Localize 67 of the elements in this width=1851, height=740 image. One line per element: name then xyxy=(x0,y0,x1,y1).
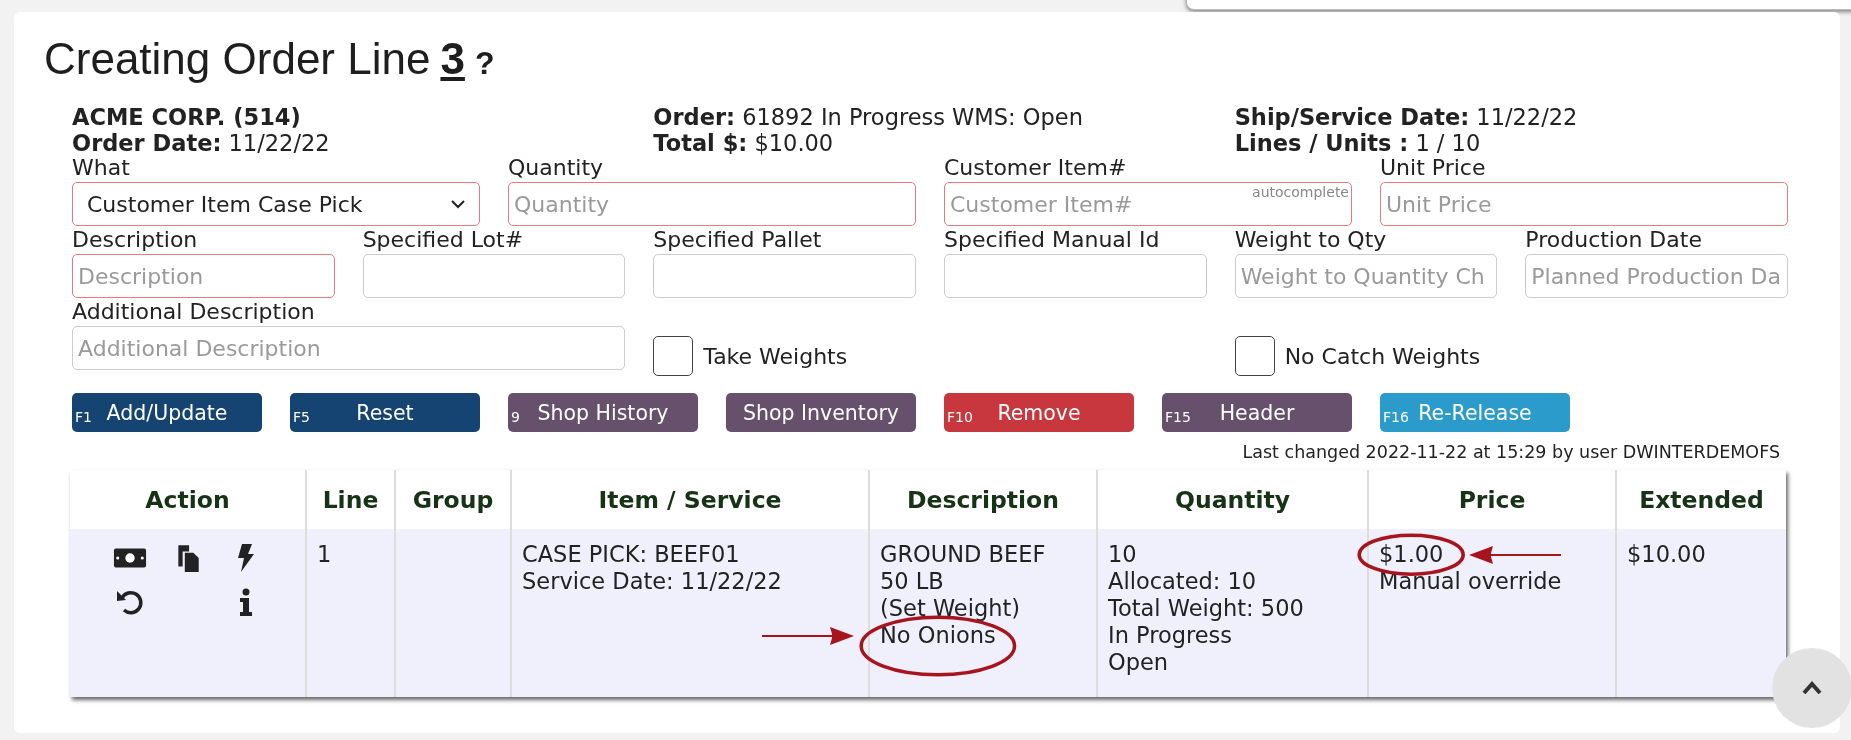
field-label: Specified Lot# xyxy=(362,228,524,252)
toolbar-button[interactable]: Shop Inventory xyxy=(726,393,916,432)
cell-text: Manual override xyxy=(1379,568,1562,595)
line-number: 3 xyxy=(440,34,465,84)
checkbox-label: Take Weights xyxy=(703,343,848,369)
cell-text: 1 xyxy=(317,541,332,568)
summary-text: ACME CORP. (514) xyxy=(72,104,302,130)
cell-text: 50 LB xyxy=(880,568,944,595)
field-label: Customer Item# xyxy=(944,156,1127,180)
field-label: Unit Price xyxy=(1380,156,1486,180)
cell-text: Allocated: 10 xyxy=(1108,568,1257,595)
summary-text: Total $: $10.00 xyxy=(653,130,835,156)
field-label: What xyxy=(72,156,130,180)
summary-text: Order: 61892 In Progress WMS: Open xyxy=(653,104,1084,130)
cell-text: Total Weight: 500 xyxy=(1108,595,1304,622)
autocomplete-hint: autocomplete xyxy=(1252,184,1349,200)
field-label: Production Date xyxy=(1525,228,1702,252)
column-header: Price xyxy=(1368,470,1616,529)
column-header: Line xyxy=(306,470,395,529)
cell-text: $10.00 xyxy=(1627,541,1706,568)
checkbox[interactable] xyxy=(653,336,694,376)
input-field[interactable]: Unit Price xyxy=(1380,182,1788,226)
cell-text: In Progress xyxy=(1108,622,1233,649)
page-title: Creating Order Line xyxy=(44,34,431,84)
field-label: Additional Description xyxy=(72,300,315,324)
field-label: Quantity xyxy=(508,156,604,180)
column-header: Action xyxy=(70,470,306,529)
cell-text: Open xyxy=(1108,649,1169,676)
toolbar-button[interactable]: F15 Header xyxy=(1162,393,1352,432)
toolbar-button[interactable]: F1 Add/Update xyxy=(72,393,262,432)
input-field[interactable] xyxy=(944,254,1207,298)
input-field[interactable] xyxy=(653,254,916,298)
field-label: Weight to Qty xyxy=(1234,228,1387,252)
caret-up-icon xyxy=(1802,681,1822,695)
cell-text: No Onions xyxy=(880,622,996,649)
field-label: Specified Manual Id xyxy=(944,228,1160,252)
input-field[interactable]: Description xyxy=(72,254,335,298)
select-field[interactable]: Customer Item Case Pick xyxy=(72,182,480,226)
cell-text: $1.00 xyxy=(1379,541,1444,568)
input-field[interactable]: Weight to Quantity Ch xyxy=(1234,254,1498,298)
field-label: Description xyxy=(72,228,198,252)
summary-text: Lines / Units : 1 / 10 xyxy=(1234,130,1482,156)
field-label: Specified Pallet xyxy=(653,228,822,252)
summary-text: Order Date: 11/22/22 xyxy=(72,130,331,156)
input-field[interactable]: Quantity xyxy=(508,182,916,226)
toolbar-button[interactable]: F5 Reset xyxy=(290,393,480,432)
checkbox[interactable] xyxy=(1234,336,1275,376)
column-header: Group xyxy=(395,470,511,529)
cell-text: 10 xyxy=(1108,541,1137,568)
chevron-down-icon xyxy=(451,199,465,209)
checkbox-label: No Catch Weights xyxy=(1284,343,1481,369)
help-link[interactable]: ? xyxy=(474,45,495,82)
column-header: Extended xyxy=(1616,470,1786,529)
input-field[interactable] xyxy=(362,254,626,298)
column-header: Description xyxy=(869,470,1097,529)
cell-text: (Set Weight) xyxy=(880,595,1021,622)
column-header: Quantity xyxy=(1097,470,1368,529)
cell-text: Service Date: 11/22/22 xyxy=(522,568,782,595)
cell-text: CASE PICK: BEEF01 xyxy=(522,541,740,568)
cell-text: GROUND BEEF xyxy=(880,541,1046,568)
toolbar-button[interactable]: F10 Remove xyxy=(944,393,1134,432)
input-field[interactable]: Planned Production Da xyxy=(1525,254,1788,298)
summary-text: Ship/Service Date: 11/22/22 xyxy=(1234,104,1579,130)
last-changed-text: Last changed 2022-11-22 at 15:29 by user DWINTERDEMOFS xyxy=(1242,442,1780,462)
toolbar-button[interactable]: 9 Shop History xyxy=(508,393,698,432)
input-field[interactable]: Additional Description xyxy=(72,326,626,370)
column-header: Item / Service xyxy=(511,470,869,529)
